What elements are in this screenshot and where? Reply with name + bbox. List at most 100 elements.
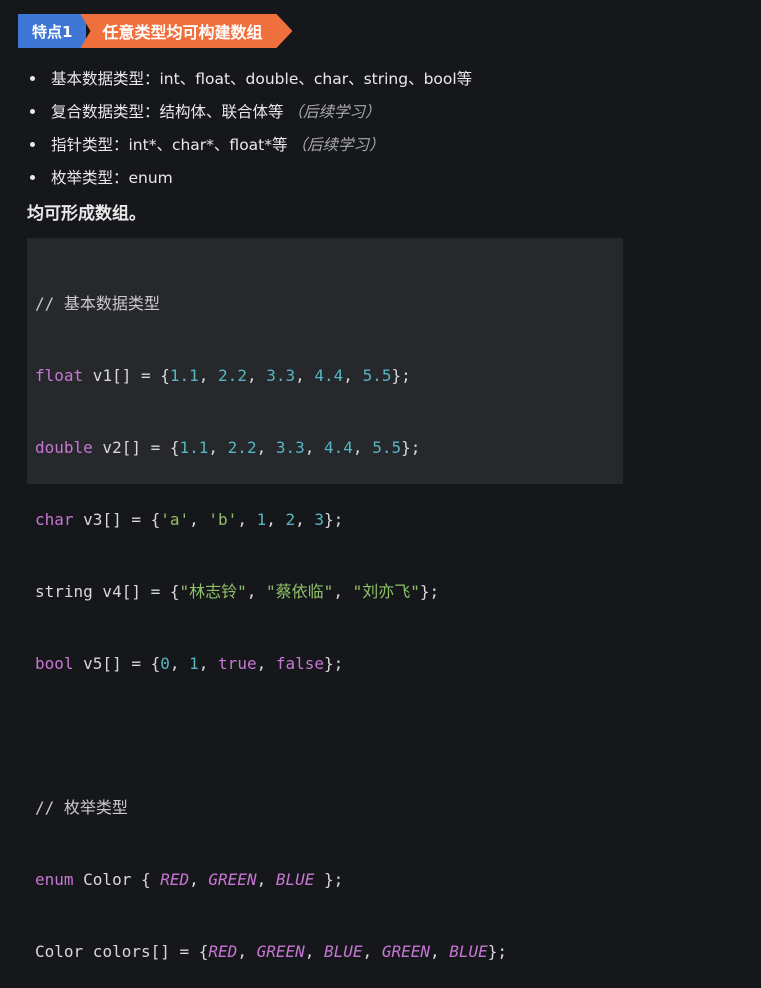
code-value: 1.1	[169, 366, 199, 385]
code-value: 2.2	[227, 438, 257, 457]
code-separator: ,	[256, 870, 276, 889]
code-value: GREEN	[208, 870, 257, 889]
code-value: RED	[208, 942, 238, 961]
code-separator: ,	[295, 510, 315, 529]
badge-tag: 特点1	[18, 14, 87, 48]
code-end: };	[391, 366, 411, 385]
code-value: BLUE	[275, 870, 315, 889]
list-item-text: 指针类型：int*、char*、float*等	[51, 135, 288, 154]
code-value: "刘亦飞"	[352, 582, 420, 601]
code-value: GREEN	[256, 942, 305, 961]
code-comment: // 枚举类型	[35, 798, 128, 817]
code-separator: ,	[198, 366, 219, 385]
code-type: Color	[35, 942, 84, 961]
code-block: // 基本数据类型 float v1[] = {1.1, 2.2, 3.3, 4…	[27, 238, 623, 961]
code-value: "林志铃"	[179, 582, 247, 601]
code-line: string v4[] = {"林志铃", "蔡依临", "刘亦飞"};	[35, 580, 615, 604]
list-item: 枚举类型：enum	[30, 161, 472, 194]
code-type: float	[35, 366, 84, 385]
code-end: };	[487, 942, 508, 961]
code-separator: ,	[237, 510, 257, 529]
section-badge: 特点1 任意类型均可构建数组	[18, 14, 292, 48]
list-item-text: 枚举类型：enum	[51, 168, 173, 187]
code-end: };	[401, 438, 421, 457]
code-end: };	[324, 654, 344, 673]
code-line: float v1[] = {1.1, 2.2, 3.3, 4.4, 5.5};	[35, 364, 615, 388]
code-value: 1	[256, 510, 267, 529]
code-separator: ,	[429, 942, 450, 961]
code-line: enum Color { RED, GREEN, BLUE };	[35, 868, 615, 892]
list-item-text: 基本数据类型：int、float、double、char、string、bool…	[51, 69, 473, 88]
code-separator: ,	[333, 582, 353, 601]
code-value: 3	[314, 510, 325, 529]
code-value: 5.5	[362, 366, 392, 385]
code-value: BLUE	[449, 942, 488, 961]
code-separator: ,	[362, 942, 382, 961]
list-item: 复合数据类型：结构体、联合体等 （后续学习）	[30, 95, 472, 128]
code-value: 5.5	[372, 438, 402, 457]
code-decl: v4[] = {	[92, 582, 180, 601]
bullet-dot-icon	[30, 76, 35, 81]
code-type: string	[35, 582, 93, 601]
code-type: char	[35, 510, 74, 529]
list-item: 指针类型：int*、char*、float*等 （后续学习）	[30, 128, 472, 161]
code-type: enum	[35, 870, 74, 889]
code-value: 4.4	[314, 366, 344, 385]
code-line: bool v5[] = {0, 1, true, false};	[35, 652, 615, 676]
bullet-dot-icon	[30, 142, 35, 147]
code-decl: colors[] = {	[83, 942, 209, 961]
code-value: 3.3	[275, 438, 305, 457]
code-value: RED	[160, 870, 190, 889]
code-decl: v3[] = {	[73, 510, 161, 529]
summary-text: 均可形成数组。	[27, 204, 146, 224]
code-separator: ,	[246, 582, 267, 601]
code-separator: ,	[343, 366, 363, 385]
code-separator: ,	[237, 942, 257, 961]
code-value: 'b'	[208, 510, 238, 529]
code-end: };	[419, 582, 440, 601]
code-line: char v3[] = {'a', 'b', 1, 2, 3};	[35, 508, 615, 532]
code-separator: ,	[169, 654, 190, 673]
code-type: double	[35, 438, 93, 457]
code-value: GREEN	[381, 942, 430, 961]
code-separator: ,	[266, 510, 286, 529]
code-value: true	[218, 654, 257, 673]
badge-title: 任意类型均可构建数组	[80, 14, 292, 48]
code-comment: // 基本数据类型	[35, 294, 160, 313]
code-value: 'a'	[160, 510, 190, 529]
code-end: };	[314, 870, 344, 889]
code-value: 2	[285, 510, 296, 529]
bullet-dot-icon	[30, 175, 35, 180]
feature-list: 基本数据类型：int、float、double、char、string、bool…	[30, 62, 472, 194]
code-separator: ,	[256, 438, 276, 457]
code-value: 2.2	[218, 366, 247, 385]
code-separator: ,	[189, 870, 209, 889]
code-value: 3.3	[266, 366, 296, 385]
code-end: };	[324, 510, 344, 529]
code-separator: ,	[256, 654, 276, 673]
code-value: 0	[160, 654, 170, 673]
bullet-dot-icon	[30, 109, 35, 114]
code-decl: v2[] = {	[92, 438, 180, 457]
code-separator: ,	[208, 438, 228, 457]
code-separator: ,	[246, 366, 267, 385]
code-type: bool	[35, 654, 74, 673]
code-separator: ,	[295, 366, 315, 385]
code-separator: ,	[352, 438, 373, 457]
list-item-note: （后续学习）	[291, 135, 385, 154]
code-separator: ,	[304, 942, 325, 961]
code-decl: v1[] = {	[83, 366, 170, 385]
code-decl: Color {	[73, 870, 161, 889]
list-item-text: 复合数据类型：结构体、联合体等	[51, 102, 284, 121]
code-separator: ,	[304, 438, 325, 457]
code-line: double v2[] = {1.1, 2.2, 3.3, 4.4, 5.5};	[35, 436, 615, 460]
code-value: BLUE	[324, 942, 363, 961]
code-decl: v5[] = {	[73, 654, 161, 673]
code-separator: ,	[198, 654, 219, 673]
code-value: 4.4	[324, 438, 353, 457]
code-value: 1	[189, 654, 199, 673]
code-value: false	[275, 654, 325, 673]
code-line: Color colors[] = {RED, GREEN, BLUE, GREE…	[35, 940, 615, 964]
list-item: 基本数据类型：int、float、double、char、string、bool…	[30, 62, 472, 95]
